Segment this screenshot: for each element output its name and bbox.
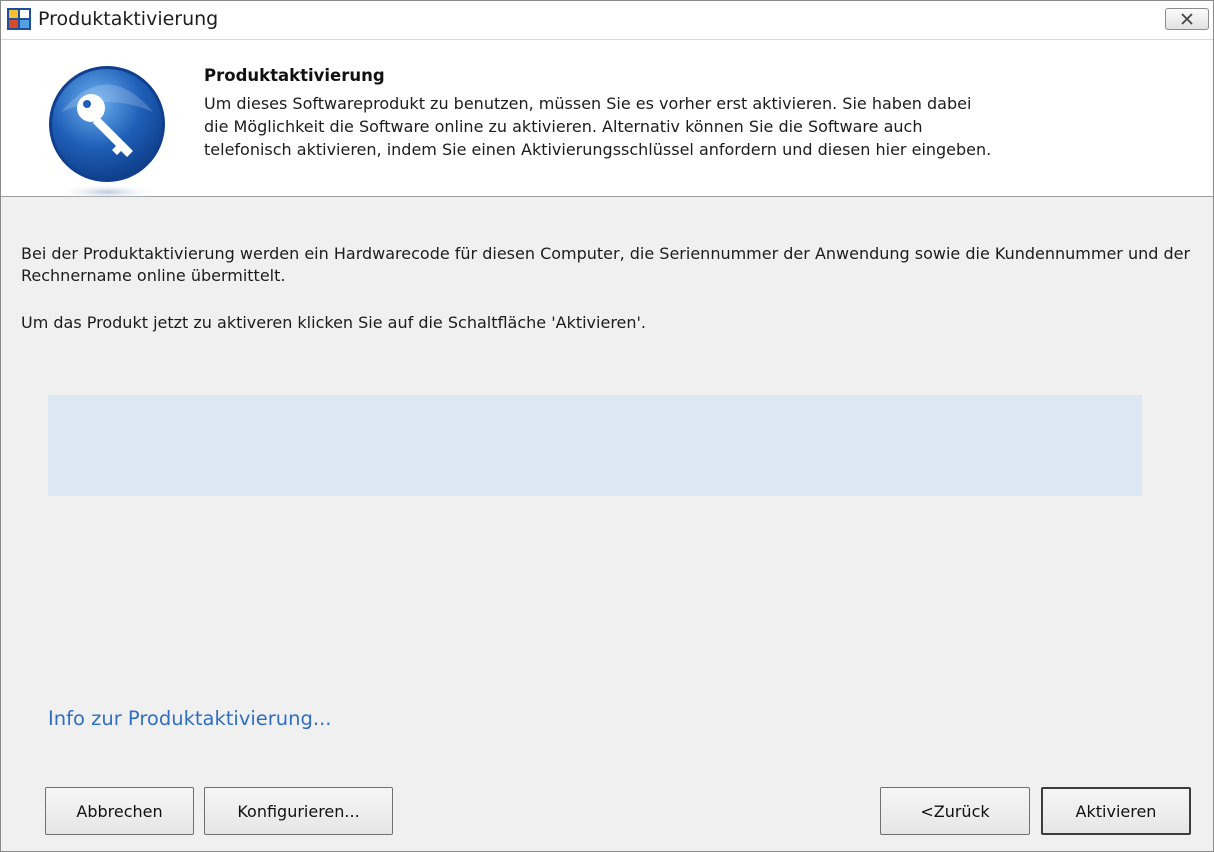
instruction-paragraph: Um das Produkt jetzt zu aktiveren klicke…	[21, 313, 647, 332]
configure-button[interactable]: Konfigurieren...	[204, 787, 393, 835]
header-description: Um dieses Softwareprodukt zu benutzen, m…	[204, 94, 992, 159]
status-panel	[48, 395, 1142, 496]
activate-button[interactable]: Aktivieren	[1041, 787, 1191, 835]
app-window-icon	[7, 8, 31, 30]
activation-dialog: Produktaktivierung Produktaktivierung Um…	[0, 0, 1214, 852]
close-button[interactable]	[1165, 8, 1209, 30]
header-title: Produktaktivierung	[204, 66, 385, 85]
title-bar[interactable]: Produktaktivierung	[1, 1, 1213, 40]
cancel-button[interactable]: Abbrechen	[45, 787, 194, 835]
back-button[interactable]: <Zurück	[880, 787, 1030, 835]
info-paragraph: Bei der Produktaktivierung werden ein Ha…	[21, 244, 1191, 285]
header-band: Produktaktivierung Um dieses Softwarepro…	[1, 40, 1213, 200]
key-icon	[41, 62, 179, 202]
info-link[interactable]: Info zur Produktaktivierung...	[48, 707, 332, 730]
window-title: Produktaktivierung	[38, 8, 219, 30]
close-icon	[1180, 10, 1194, 29]
